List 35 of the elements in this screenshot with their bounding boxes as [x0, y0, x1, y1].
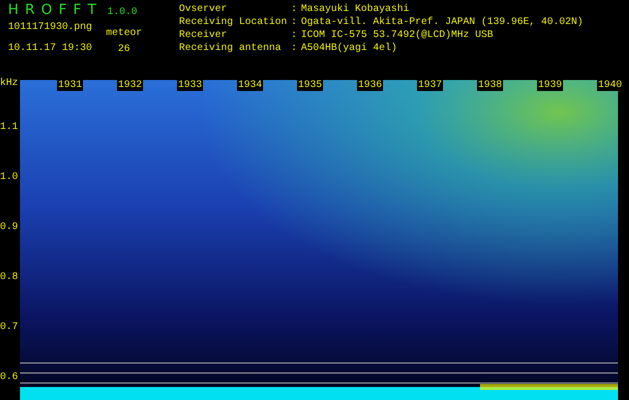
meteor-count: 26 — [118, 44, 130, 55]
file-name: 1011171930.png — [8, 22, 92, 33]
app-name: H R O F F T — [8, 2, 98, 18]
separator: : — [291, 43, 298, 55]
time-label: 1937 — [417, 80, 444, 91]
axis-unit: kHz — [0, 78, 18, 89]
time-label: 1931 — [57, 80, 84, 91]
time-label: 1936 — [357, 80, 384, 91]
info-value: ICOM IC-575 53.7492(@LCD)MHz USB — [301, 30, 494, 42]
info-value: A504HB(yagi 4el) — [301, 43, 398, 55]
separator: : — [291, 4, 298, 16]
time-label: 1935 — [297, 80, 324, 91]
time-label: 1939 — [537, 80, 564, 91]
axis-tick-label: 0.6 — [0, 372, 18, 383]
meteor-label: meteor — [106, 28, 142, 39]
separator: : — [291, 17, 298, 29]
axis-tick-label: 0.8 — [0, 272, 18, 283]
info-label: Receiving Location — [179, 17, 288, 29]
date-time: 10.11.17 19:30 — [8, 43, 92, 54]
info-label: Ovserver — [179, 4, 228, 16]
version: 1.0.0 — [107, 7, 138, 18]
info-value: Ogata-vill. Akita-Pref. JAPAN (139.96E, 40.02N) — [301, 17, 584, 29]
axis-tick-label: 1.0 — [0, 172, 18, 183]
time-label: 1938 — [477, 80, 504, 91]
axis-tick-label: 0.7 — [0, 322, 18, 333]
time-label: 1934 — [237, 80, 264, 91]
time-label: 1932 — [117, 80, 144, 91]
time-label: 1933 — [177, 80, 204, 91]
info-label: Receiving antenna — [179, 43, 282, 55]
separator: : — [291, 30, 298, 42]
axis-tick-label: 1.1 — [0, 122, 18, 133]
info-label: Receiver — [179, 30, 228, 42]
info-value: Masayuki Kobayashi — [301, 4, 410, 16]
time-label: 1940 — [597, 80, 624, 91]
axis-tick-label: 0.9 — [0, 222, 18, 233]
